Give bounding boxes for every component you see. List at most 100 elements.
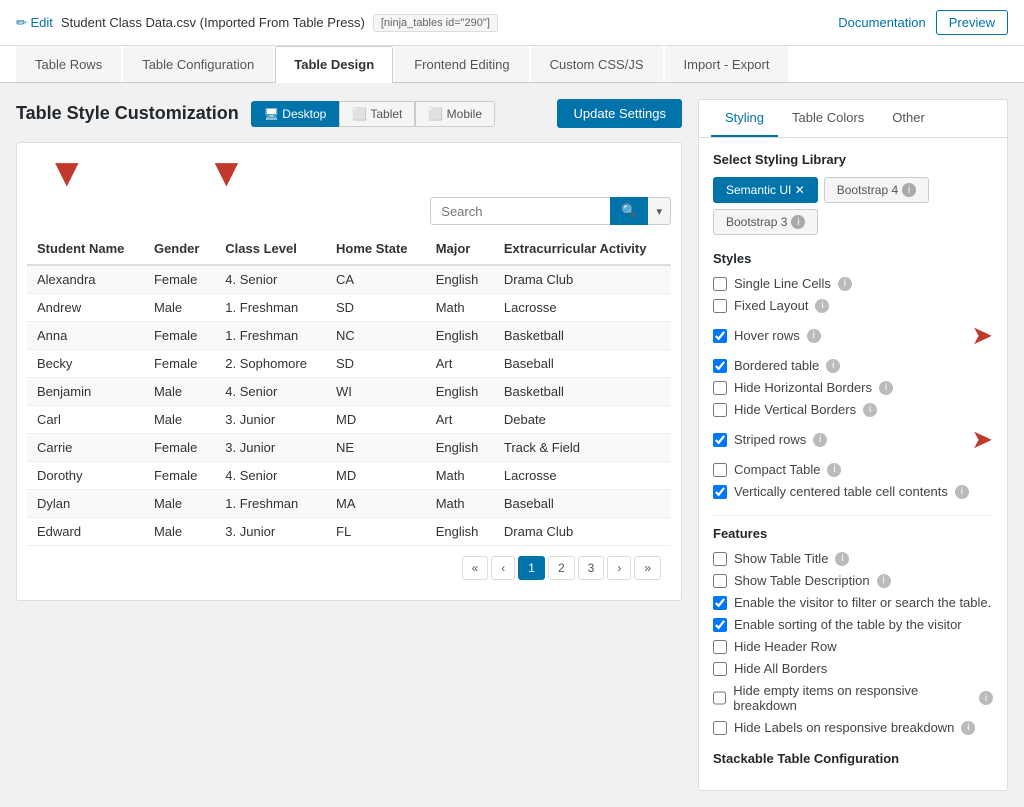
table-cell: 4. Senior <box>215 265 326 294</box>
bordered-table-checkbox[interactable] <box>713 359 727 373</box>
top-bar: ✏ Edit Student Class Data.csv (Imported … <box>0 0 1024 46</box>
style-bordered-table: Bordered table i <box>713 358 993 373</box>
tab-table-configuration[interactable]: Table Configuration <box>123 46 273 82</box>
table-row: BeckyFemale2. SophomoreSDArtBaseball <box>27 350 671 378</box>
right-tab-other[interactable]: Other <box>878 100 939 137</box>
right-tab-styling[interactable]: Styling <box>711 100 778 137</box>
vertically-centered-checkbox[interactable] <box>713 485 727 499</box>
table-cell: Male <box>144 406 215 434</box>
top-bar-right: Documentation Preview <box>838 10 1008 35</box>
table-cell: English <box>426 434 494 462</box>
table-cell: English <box>426 322 494 350</box>
feature-show-title: Show Table Title i <box>713 551 993 566</box>
hide-vertical-borders-checkbox[interactable] <box>713 403 727 417</box>
preview-button[interactable]: Preview <box>936 10 1008 35</box>
table-row: CarlMale3. JuniorMDArtDebate <box>27 406 671 434</box>
show-table-title-info: i <box>835 552 849 566</box>
tab-import-export[interactable]: Import - Export <box>665 46 789 82</box>
tab-frontend-editing[interactable]: Frontend Editing <box>395 46 528 82</box>
fixed-layout-checkbox[interactable] <box>713 299 727 313</box>
col-extracurricular: Extracurricular Activity <box>494 233 671 265</box>
right-tab-table-colors[interactable]: Table Colors <box>778 100 878 137</box>
table-cell: MA <box>326 490 426 518</box>
search-input[interactable] <box>430 197 610 225</box>
page-first-button[interactable]: « <box>462 556 489 580</box>
library-buttons: Semantic UI ✕ Bootstrap 4 i Bootstrap 3 … <box>713 177 993 235</box>
tab-table-design[interactable]: Table Design <box>275 46 393 83</box>
table-cell: Male <box>144 378 215 406</box>
style-vertically-centered: Vertically centered table cell contents … <box>713 484 993 499</box>
bootstrap4-info-icon: i <box>902 183 916 197</box>
arrow-center-icon: ▼ <box>207 153 247 193</box>
striped-rows-checkbox[interactable] <box>713 433 727 447</box>
hover-rows-label: Hover rows <box>734 328 800 343</box>
hide-empty-items-checkbox[interactable] <box>713 691 726 705</box>
page-1-button[interactable]: 1 <box>518 556 545 580</box>
page-next-button[interactable]: › <box>607 556 631 580</box>
table-row: AnnaFemale1. FreshmanNCEnglishBasketball <box>27 322 671 350</box>
page-2-button[interactable]: 2 <box>548 556 575 580</box>
hide-horizontal-borders-label: Hide Horizontal Borders <box>734 380 872 395</box>
device-btn-desktop[interactable]: 🖥 Desktop <box>251 101 340 127</box>
hide-labels-info: i <box>961 721 975 735</box>
table-cell: 3. Junior <box>215 434 326 462</box>
show-table-title-checkbox[interactable] <box>713 552 727 566</box>
feature-enable-filter: Enable the visitor to filter or search t… <box>713 595 993 610</box>
lib-btn-bootstrap4[interactable]: Bootstrap 4 i <box>824 177 929 203</box>
hide-header-row-checkbox[interactable] <box>713 640 727 654</box>
table-cell: Drama Club <box>494 265 671 294</box>
table-cell: Carrie <box>27 434 144 462</box>
table-cell: Male <box>144 294 215 322</box>
table-cell: Anna <box>27 322 144 350</box>
table-cell: Debate <box>494 406 671 434</box>
table-cell: Math <box>426 490 494 518</box>
page-3-button[interactable]: 3 <box>578 556 605 580</box>
section-divider <box>713 515 993 516</box>
lib-btn-semantic[interactable]: Semantic UI ✕ <box>713 177 818 203</box>
shortcode-badge: [ninja_tables id="290"] <box>373 14 498 32</box>
table-cell: Benjamin <box>27 378 144 406</box>
data-table: Student Name Gender Class Level Home Sta… <box>27 233 671 546</box>
update-settings-button[interactable]: Update Settings <box>557 99 682 128</box>
enable-filter-checkbox[interactable] <box>713 596 727 610</box>
style-hide-horizontal-borders: Hide Horizontal Borders i <box>713 380 993 395</box>
table-cell: Math <box>426 294 494 322</box>
styles-section-title: Styles <box>713 251 993 266</box>
table-cell: 3. Junior <box>215 518 326 546</box>
tab-custom-css-js[interactable]: Custom CSS/JS <box>531 46 663 82</box>
device-btn-mobile[interactable]: ⬜ Mobile <box>415 101 495 127</box>
hide-labels-checkbox[interactable] <box>713 721 727 735</box>
style-customization-title: Table Style Customization <box>16 103 239 124</box>
table-cell: Baseball <box>494 490 671 518</box>
search-dropdown-button[interactable]: ▾ <box>648 197 671 225</box>
device-btn-tablet[interactable]: ⬜ Tablet <box>339 101 415 127</box>
col-student-name: Student Name <box>27 233 144 265</box>
page-last-button[interactable]: » <box>634 556 661 580</box>
edit-link[interactable]: ✏ Edit <box>16 15 53 31</box>
style-hover-rows: Hover rows i <box>713 328 963 343</box>
styles-section: Styles Single Line Cells i Fixed Layout … <box>713 251 993 499</box>
single-line-cells-checkbox[interactable] <box>713 277 727 291</box>
device-buttons: 🖥 Desktop ⬜ Tablet ⬜ Mobile <box>251 101 495 127</box>
tab-table-rows[interactable]: Table Rows <box>16 46 121 82</box>
table-cell: Math <box>426 462 494 490</box>
table-cell: Female <box>144 265 215 294</box>
page-prev-button[interactable]: ‹ <box>491 556 515 580</box>
style-header-left: Table Style Customization 🖥 Desktop ⬜ Ta… <box>16 101 495 127</box>
documentation-link[interactable]: Documentation <box>838 15 925 30</box>
style-hover-rows-row: Hover rows i ➤ <box>713 320 993 351</box>
arrow-left-icon: ▼ <box>47 153 87 193</box>
table-cell: Male <box>144 518 215 546</box>
table-cell: Female <box>144 462 215 490</box>
hide-horizontal-borders-checkbox[interactable] <box>713 381 727 395</box>
table-cell: FL <box>326 518 426 546</box>
hide-all-borders-checkbox[interactable] <box>713 662 727 676</box>
hover-rows-checkbox[interactable] <box>713 329 727 343</box>
lib-btn-bootstrap3[interactable]: Bootstrap 3 i <box>713 209 818 235</box>
search-button[interactable]: 🔍 <box>610 197 648 225</box>
show-table-description-checkbox[interactable] <box>713 574 727 588</box>
striped-rows-label: Striped rows <box>734 432 806 447</box>
enable-sorting-checkbox[interactable] <box>713 618 727 632</box>
table-cell: Drama Club <box>494 518 671 546</box>
compact-table-checkbox[interactable] <box>713 463 727 477</box>
